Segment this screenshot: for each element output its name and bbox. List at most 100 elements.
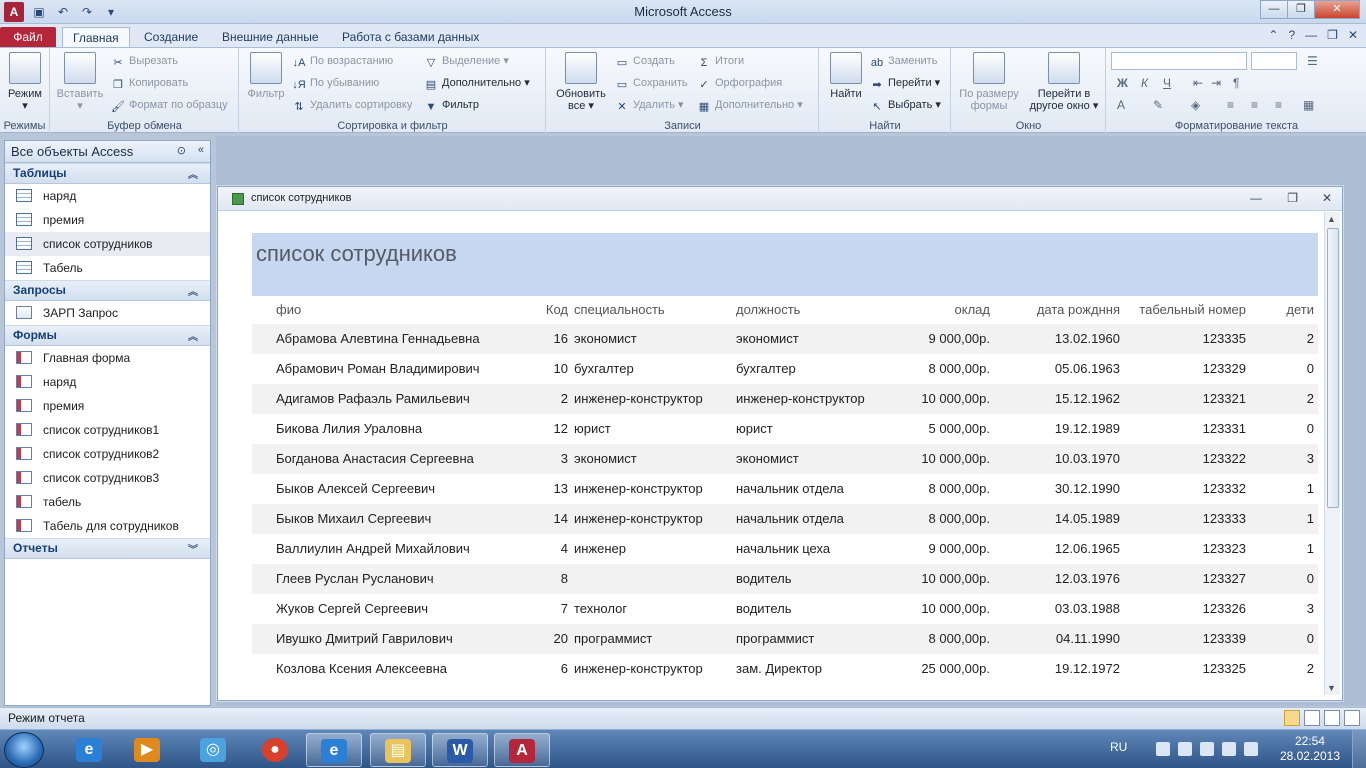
taskbar-ie2-icon[interactable]: e [306, 733, 362, 767]
report-view-icon[interactable] [1284, 710, 1300, 726]
table-row[interactable]: Быков Михаил Сергеевич 14 инженер-конструк… [252, 504, 1318, 534]
tray-flag-icon[interactable] [1222, 742, 1236, 756]
nav-item[interactable]: премия [5, 208, 210, 232]
nav-section-tables[interactable]: Таблицы ︽ [5, 163, 210, 184]
totals-button[interactable]: Σ Итоги [697, 52, 745, 70]
taskbar-chrome-icon[interactable]: ● [248, 733, 304, 767]
cut-button[interactable]: ✂ Вырезать [111, 52, 178, 70]
scroll-thumb[interactable] [1327, 228, 1339, 508]
tab-file[interactable]: Файл [0, 27, 56, 48]
size-to-fit-button[interactable]: По размеру формы [956, 52, 1022, 112]
help-icon[interactable]: ? [1288, 28, 1295, 42]
taskbar-access-icon[interactable]: A [494, 733, 550, 767]
format-painter-button[interactable]: 🖌 Формат по образцу [111, 96, 228, 114]
indent-icon[interactable]: ⇤ [1193, 76, 1203, 90]
table-row[interactable]: Валлиулин Андрей Михайлович 4 инженер начал… [252, 534, 1318, 564]
chevron-down-icon[interactable]: ︾ [188, 541, 198, 556]
table-row[interactable]: Глеев Руслан Русланович 8 водитель 10 000,0… [252, 564, 1318, 594]
nav-item[interactable]: список сотрудников3 [5, 466, 210, 490]
nav-item[interactable]: список сотрудников2 [5, 442, 210, 466]
table-row[interactable]: Абрамова Алевтина Геннадьевна 16 экономист… [252, 324, 1318, 354]
list-icon[interactable]: ☰ [1307, 54, 1318, 68]
chevron-up-icon[interactable]: ︽ [188, 166, 198, 181]
tab-external-data[interactable]: Внешние данные [212, 27, 329, 48]
minimize-button[interactable]: — [1260, 0, 1288, 19]
nav-item[interactable]: премия [5, 394, 210, 418]
tray-power-icon[interactable] [1244, 742, 1258, 756]
table-row[interactable]: Абрамович Роман Владимирович 10 бухгалтер б… [252, 354, 1318, 384]
select-button[interactable]: ↖ Выбрать ▾ [870, 96, 941, 114]
ribbon-minimize-icon[interactable]: ⌃ [1268, 28, 1278, 42]
tray-security-icon[interactable] [1200, 742, 1214, 756]
refresh-all-button[interactable]: Обновить все ▾ [551, 52, 611, 112]
scroll-down-arrow-icon[interactable]: ▼ [1327, 683, 1336, 693]
font-size-combobox[interactable] [1251, 52, 1297, 70]
nav-section-reports[interactable]: Отчеты ︾ [5, 538, 210, 559]
taskbar-media-player-icon[interactable]: ▶ [120, 733, 176, 767]
print-preview-icon[interactable] [1304, 710, 1320, 726]
language-indicator[interactable]: RU [1110, 740, 1127, 754]
save-record-button[interactable]: ▭ Сохранить [615, 74, 688, 92]
taskbar-app-icon[interactable]: ◎ [186, 733, 242, 767]
nav-item[interactable]: наряд [5, 184, 210, 208]
more-records-button[interactable]: ▦ Дополнительно ▾ [697, 96, 803, 114]
nav-item[interactable]: наряд [5, 370, 210, 394]
nav-item[interactable]: ЗАРП Запрос [5, 301, 210, 325]
nav-item[interactable]: табель [5, 490, 210, 514]
gridlines-icon[interactable]: ▦ [1303, 98, 1314, 112]
fill-color-icon[interactable]: ◈ [1191, 98, 1200, 112]
sort-descending-button[interactable]: ↓Я По убыванию [292, 74, 379, 92]
nav-item[interactable]: список сотрудников1 [5, 418, 210, 442]
toggle-filter-button[interactable]: ▼ Фильтр [424, 96, 479, 114]
font-name-combobox[interactable] [1111, 52, 1247, 70]
delete-record-button[interactable]: ✕ Удалить ▾ [615, 96, 683, 114]
table-row[interactable]: Козлова Ксения Алексеевна 6 инженер-констр… [252, 654, 1318, 684]
clock[interactable]: 22:54 28.02.2013 [1280, 734, 1340, 764]
nav-section-queries[interactable]: Запросы ︽ [5, 280, 210, 301]
replace-button[interactable]: ab Заменить [870, 52, 938, 70]
table-row[interactable]: Ивушко Дмитрий Гаврилович 20 программист пр… [252, 624, 1318, 654]
start-button[interactable] [4, 732, 44, 768]
advanced-filter-button[interactable]: ▤ Дополнительно ▾ [424, 74, 530, 92]
nav-collapse-icon[interactable]: « [198, 144, 204, 156]
taskbar-word-icon[interactable]: W [432, 733, 488, 767]
tab-database-tools[interactable]: Работа с базами данных [332, 27, 489, 48]
view-button[interactable]: Режим ▾ [5, 52, 45, 112]
navigation-pane-header[interactable]: Все объекты Access ⊙ « [5, 141, 210, 163]
taskbar-ie-icon[interactable]: e [62, 733, 118, 767]
layout-view-icon[interactable] [1324, 710, 1340, 726]
underline-button[interactable]: Ч [1163, 76, 1171, 90]
tab-home[interactable]: Главная [62, 27, 130, 48]
nav-item[interactable]: Табель [5, 256, 210, 280]
remove-sort-button[interactable]: ⇅ Удалить сортировку [292, 96, 412, 114]
filter-button[interactable]: Фильтр [244, 52, 288, 100]
selection-button[interactable]: ▽ Выделение ▾ [424, 52, 509, 70]
vertical-scrollbar[interactable]: ▲ ▼ [1324, 212, 1340, 695]
align-left-icon[interactable]: ≡ [1227, 98, 1234, 112]
taskbar-explorer-icon[interactable]: ▤ [370, 733, 426, 767]
highlight-icon[interactable]: ✎ [1153, 98, 1163, 112]
chevron-up-icon[interactable]: ︽ [188, 283, 198, 298]
table-row[interactable]: Жуков Сергей Сергеевич 7 технолог водитель 1… [252, 594, 1318, 624]
table-row[interactable]: Богданова Анастасия Сергеевна 3 экономист э… [252, 444, 1318, 474]
copy-button[interactable]: ❐ Копировать [111, 74, 188, 92]
new-record-button[interactable]: ▭ Создать [615, 52, 675, 70]
font-color-button[interactable]: А [1117, 98, 1125, 112]
ribbon-collapse-icon[interactable]: — [1305, 28, 1317, 42]
ribbon-restore-icon[interactable]: ❐ [1327, 28, 1338, 42]
show-desktop-button[interactable] [1352, 730, 1366, 768]
goto-button[interactable]: ➡ Перейти ▾ [870, 74, 940, 92]
ribbon-close-icon[interactable]: ✕ [1348, 28, 1358, 42]
outdent-icon[interactable]: ⇥ [1211, 76, 1221, 90]
nav-item[interactable]: Главная форма [5, 346, 210, 370]
scroll-up-arrow-icon[interactable]: ▲ [1327, 214, 1336, 224]
align-right-icon[interactable]: ≡ [1275, 98, 1282, 112]
table-row[interactable]: Бикова Лилия Ураловна 12 юрист юрист 5 000,0… [252, 414, 1318, 444]
tray-network-icon[interactable] [1156, 742, 1170, 756]
table-row[interactable]: Адигамов Рафаэль Рамильевич 2 инженер-конс… [252, 384, 1318, 414]
sort-ascending-button[interactable]: ↓A По возрастанию [292, 52, 394, 70]
spelling-button[interactable]: ✓ Орфография [697, 74, 782, 92]
doc-restore-button[interactable]: ❐ [1287, 191, 1298, 205]
restore-button[interactable]: ❐ [1287, 0, 1315, 19]
close-button[interactable]: ✕ [1314, 0, 1360, 19]
